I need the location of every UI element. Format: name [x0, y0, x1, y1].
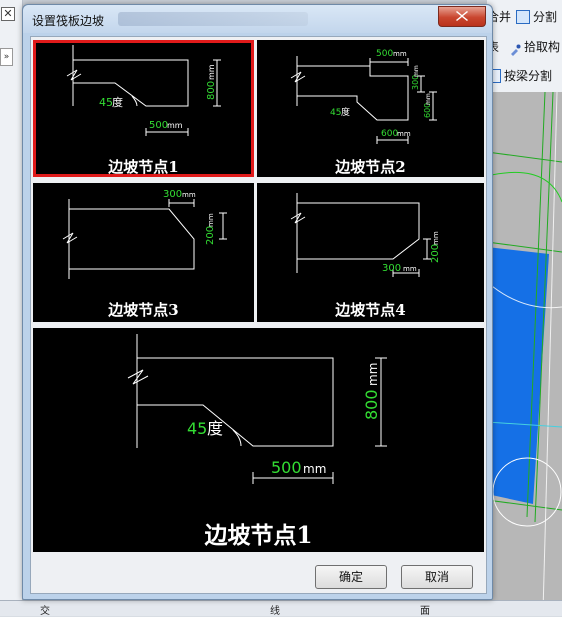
- width-unit-label-4: mm: [403, 265, 417, 273]
- background-left-panel: ✕ »: [0, 0, 23, 615]
- width-unit-label-3: mm: [182, 191, 196, 199]
- top-unit-label: mm: [393, 50, 407, 58]
- top-value-label: 500: [376, 49, 393, 59]
- preview-angle-value: 45: [187, 419, 207, 438]
- slope-node-2-option[interactable]: 500 mm 300 mm 600 mm 45 度 600 mm 边坡节点2: [257, 40, 484, 177]
- slope-node-4-caption: 边坡节点4: [335, 301, 406, 319]
- background-close-icon[interactable]: ✕: [1, 7, 15, 21]
- drawing-canvas[interactable]: [487, 92, 562, 615]
- toolbar-pick-label: 拾取构: [524, 40, 561, 54]
- close-icon: [456, 11, 468, 21]
- cancel-button[interactable]: 取消: [401, 565, 473, 589]
- preview-caption: 边坡节点1: [204, 522, 313, 549]
- right-unit-label: mm: [413, 65, 420, 77]
- width-value-label: 500: [149, 120, 168, 131]
- expand-arrows-icon[interactable]: »: [0, 48, 13, 66]
- preview-height-value: 800: [362, 389, 381, 420]
- height-value-label-3: 200: [205, 226, 216, 245]
- split-icon: [516, 10, 531, 24]
- width-value-label-4: 300: [382, 263, 401, 274]
- blue-region: [487, 247, 549, 504]
- background-status-bar: 交 线 面: [0, 600, 562, 617]
- width-unit-label: mm: [167, 121, 183, 130]
- toolbar-split-label: 分割: [533, 10, 558, 24]
- titlebar-blurred-area: [118, 12, 308, 26]
- dialog-title: 设置筏板边坡: [32, 14, 105, 28]
- slope-node-preview: 45 度 500 mm 800 mm 边坡节点1: [33, 328, 484, 552]
- bottom-unit-label: mm: [397, 130, 411, 138]
- preview-height-unit: mm: [366, 363, 380, 386]
- height-unit-label-3: mm: [207, 213, 215, 227]
- height-unit-label-2: mm: [425, 93, 432, 105]
- slope-node-4-option[interactable]: 300 mm 200 mm 边坡节点4: [257, 183, 484, 322]
- slope-node-3-option[interactable]: 300 mm 200 mm 边坡节点3: [33, 183, 254, 322]
- background-toolbar: 合并 分割 表 拾取构 按梁分割: [487, 0, 562, 92]
- slope-node-2-caption: 边坡节点2: [335, 158, 406, 176]
- angle-value-label-2: 45: [330, 108, 341, 118]
- width-value-label-3: 300: [163, 189, 182, 200]
- close-button[interactable]: [438, 6, 486, 27]
- height-unit-label-4: mm: [432, 231, 440, 245]
- height-value-label-4: 200: [430, 244, 441, 263]
- preview-angle-unit: 度: [207, 419, 223, 438]
- angle-unit-label: 度: [112, 95, 123, 109]
- toolbar-item-pick[interactable]: 表 拾取构: [487, 36, 560, 58]
- height-unit-label: mm: [207, 64, 216, 80]
- preview-width-unit: mm: [303, 462, 326, 476]
- eyedropper-icon: [509, 41, 521, 56]
- toolbar-beam-split-label: 按梁分割: [504, 69, 553, 83]
- height-value-label: 800: [206, 81, 217, 100]
- toolbar-item-beam-split[interactable]: 按梁分割: [487, 65, 552, 87]
- dialog-titlebar[interactable]: 设置筏板边坡: [23, 5, 492, 33]
- slope-node-1-caption: 边坡节点1: [108, 158, 179, 176]
- angle-unit-label-2: 度: [341, 106, 350, 118]
- angle-value-label: 45: [99, 96, 113, 109]
- slope-node-3-caption: 边坡节点3: [108, 301, 179, 319]
- bottom-value-label: 600: [381, 129, 398, 139]
- toolbar-item-merge[interactable]: 合并 分割: [487, 6, 557, 28]
- slope-node-1-option[interactable]: 45 度 500 mm 800 mm 边坡节点1: [33, 40, 254, 177]
- ok-button[interactable]: 确定: [315, 565, 387, 589]
- dialog-client-area: 45 度 500 mm 800 mm 边坡节点1 500 mm 300 mm 6…: [30, 36, 487, 594]
- preview-width-value: 500: [271, 458, 302, 477]
- slope-settings-dialog: 设置筏板边坡 45 度 500 mm 800 mm 边坡节点1 500 mm 3…: [22, 4, 493, 600]
